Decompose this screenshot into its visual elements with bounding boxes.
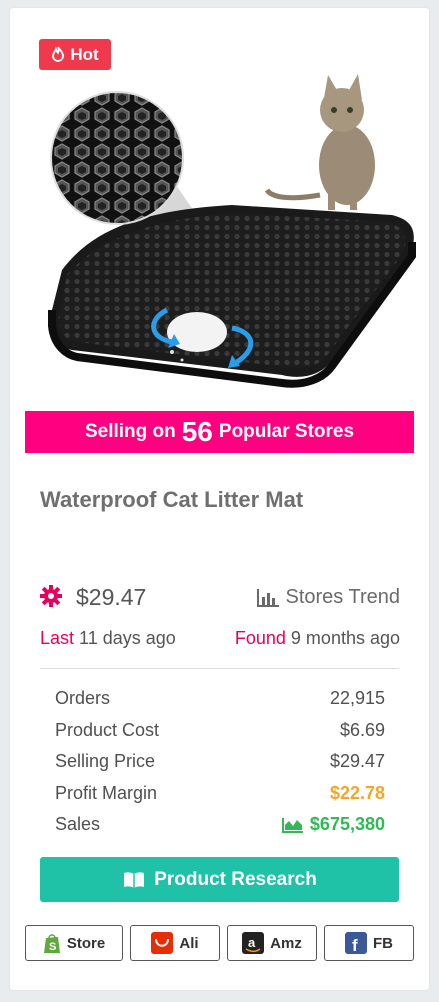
store-link-label: Store (66, 934, 106, 952)
divider (40, 668, 399, 669)
facebook-link-label: FB (373, 934, 393, 952)
product-card: Hot Selling on 56 Popular Stores Waterpr… (10, 8, 429, 990)
facebook-icon: f (345, 932, 367, 954)
stat-label: Profit Margin (55, 782, 158, 803)
product-price: $29.47 (76, 584, 147, 610)
banner-store-count: 56 (181, 416, 213, 447)
book-icon (124, 871, 145, 888)
amazon-icon: a (242, 932, 265, 954)
stat-label: Selling Price (55, 751, 156, 771)
facebook-link-button[interactable]: f FB (324, 925, 414, 961)
stat-label: Orders (55, 688, 111, 708)
stat-row-selling-price: Selling Price $29.47 (55, 751, 385, 783)
product-image[interactable] (32, 70, 417, 410)
amazon-link-button[interactable]: a Amz (227, 925, 317, 961)
last-seen: Last 11 days ago (40, 628, 176, 649)
stat-value: $29.47 (329, 751, 385, 771)
stores-trend-label: Stores Trend (285, 586, 400, 608)
cat-image (264, 74, 375, 210)
svg-text:f: f (352, 936, 358, 954)
sales-value: $675,380 (309, 814, 385, 834)
amazon-link-label: Amz (270, 934, 302, 952)
shopify-icon: S (43, 934, 60, 953)
last-value: 11 days ago (79, 628, 176, 648)
store-links: S Store Ali a Amz f FB (25, 925, 414, 961)
product-research-label: Product Research (154, 868, 317, 890)
area-chart-icon (281, 817, 303, 833)
stats-table: Orders 22,915 Product Cost $6.69 Selling… (55, 688, 385, 846)
stat-label: Product Cost (55, 719, 160, 740)
hot-badge: Hot (39, 39, 111, 70)
first-found: Found 9 months ago (235, 628, 400, 649)
ali-link-button[interactable]: Ali (130, 925, 220, 961)
banner-suffix: Popular Stores (218, 421, 355, 442)
ali-link-label: Ali (179, 934, 199, 952)
stat-value: $22.78 (329, 782, 385, 803)
selling-banner: Selling on 56 Popular Stores (25, 411, 414, 453)
svg-text:S: S (49, 941, 56, 953)
stores-trend-link[interactable]: Stores Trend (257, 586, 400, 609)
stat-row-sales: Sales $675,380 (55, 814, 385, 846)
stat-value: 22,915 (329, 688, 385, 708)
banner-prefix: Selling on (84, 421, 176, 442)
found-value: 9 months ago (290, 628, 400, 648)
hot-badge-label: Hot (70, 44, 99, 64)
stat-label: Sales (55, 814, 101, 834)
svg-text:a: a (248, 935, 256, 950)
stat-row-profit-margin: Profit Margin $22.78 (55, 783, 385, 815)
stat-row-orders: Orders 22,915 (55, 688, 385, 720)
price-row: $29.47 Stores Trend (40, 583, 400, 613)
gear-icon (40, 585, 62, 607)
aliexpress-icon (151, 932, 174, 954)
found-label: Found (234, 628, 286, 648)
product-research-button[interactable]: Product Research (40, 857, 399, 902)
stat-row-product-cost: Product Cost $6.69 (55, 720, 385, 752)
bar-chart-icon (257, 588, 280, 607)
stat-value: $6.69 (339, 719, 385, 740)
store-link-button[interactable]: S Store (25, 925, 123, 961)
product-title[interactable]: Waterproof Cat Litter Mat (40, 487, 303, 513)
last-label: Last (40, 628, 75, 648)
flame-icon (52, 46, 65, 62)
stat-value-sales: $675,380 (281, 814, 385, 835)
